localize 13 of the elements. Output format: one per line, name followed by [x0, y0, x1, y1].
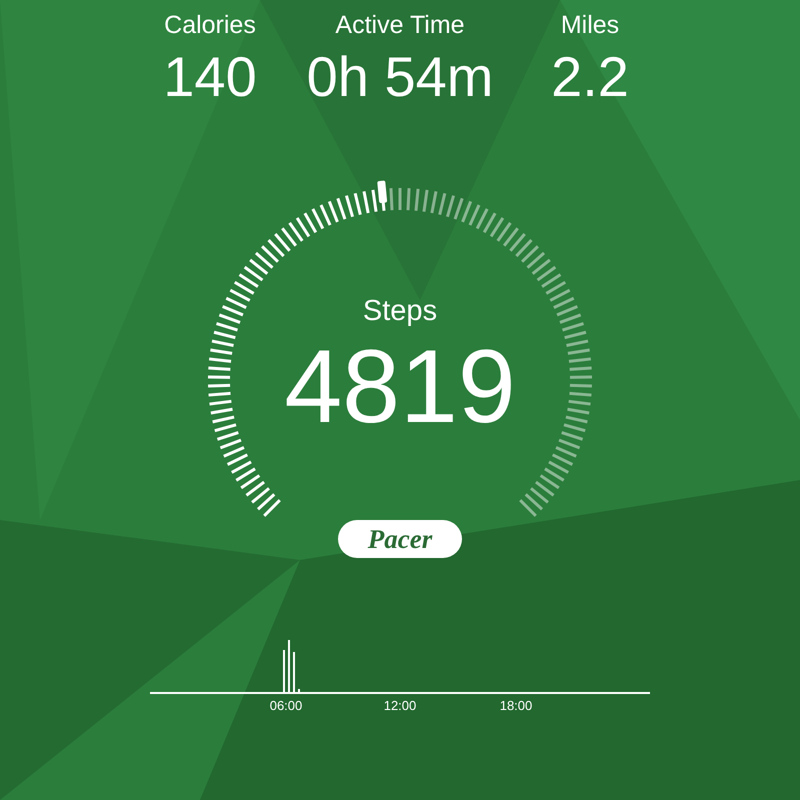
stat-label: Miles [560, 10, 620, 41]
stat-value: 140 [162, 44, 258, 110]
stat-value: 0h 54m [306, 44, 494, 110]
time-label: 12:00 [384, 698, 416, 714]
time-label: 18:00 [500, 698, 532, 714]
steps-label: Steps [362, 294, 438, 329]
steps-count: 4819 [283, 329, 517, 445]
stat-value: 2.2 [550, 44, 630, 110]
time-label: 06:00 [270, 698, 302, 714]
stat-label: Calories [163, 10, 257, 41]
stat-label: Active Time [334, 10, 466, 41]
pacer-logo: Pacer [338, 520, 462, 558]
step-bars-drawing [283, 640, 300, 692]
